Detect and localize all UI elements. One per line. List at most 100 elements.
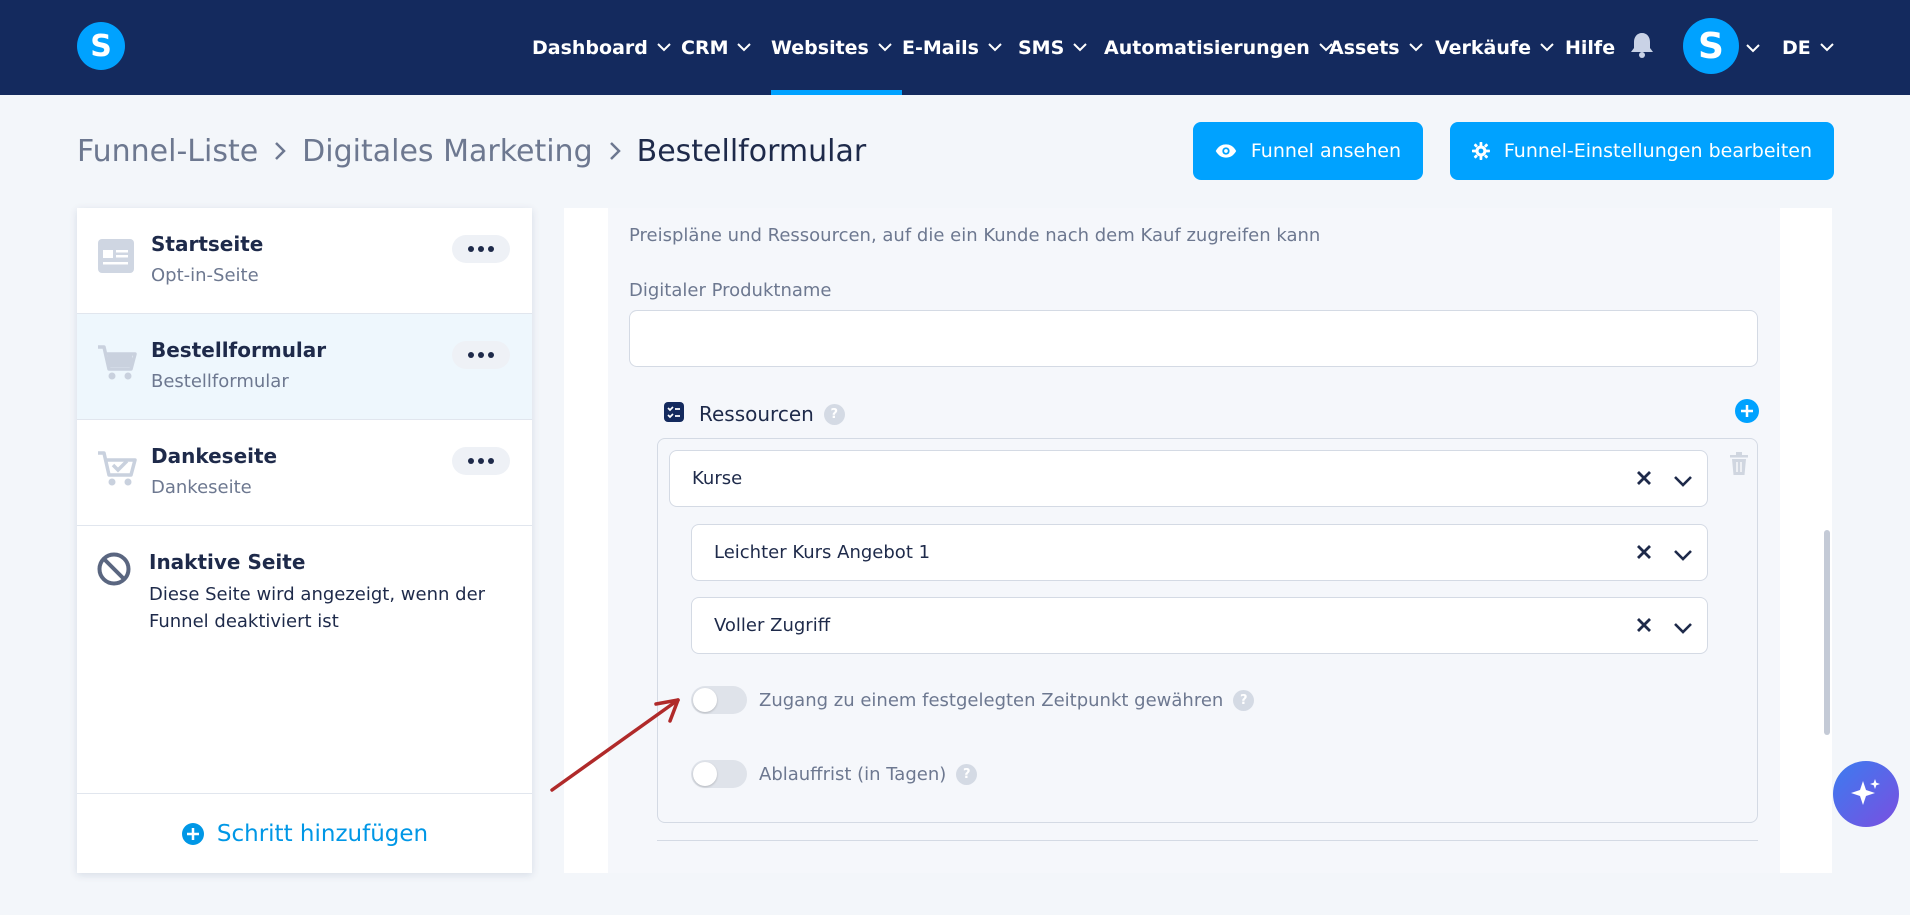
course-select[interactable]: Leichter Kurs Angebot 1 [691,524,1708,581]
nav-label: Verkäufe [1435,36,1532,59]
eye-icon [1215,144,1237,158]
resource-type-value: Kurse [692,468,743,489]
fixed-time-access-row: Zugang zu einem festgelegten Zeitpunkt g… [691,685,1255,715]
chevron-down-icon [1408,43,1423,52]
step-bestellformular[interactable]: Bestellformular Bestellformular [77,314,532,420]
product-name-input[interactable] [629,310,1758,367]
add-resource-icon[interactable] [1734,398,1760,428]
section-description: Preispläne und Ressourcen, auf die ein K… [629,225,1321,246]
language-label: DE [1782,36,1811,59]
clear-icon[interactable] [1635,543,1653,566]
chevron-down-icon[interactable] [1673,618,1693,639]
annotation-arrow-icon [550,698,680,792]
nav-assets[interactable]: Assets [1329,0,1423,95]
chevron-right-icon [609,141,621,161]
checklist-icon [663,401,685,428]
nav-label: E-Mails [902,36,979,59]
nav-label: SMS [1018,36,1065,59]
breadcrumb-funnel-list[interactable]: Funnel-Liste [77,134,258,169]
chevron-down-icon [1540,43,1554,52]
resources-label: Ressourcen [699,402,814,426]
trash-icon[interactable] [1729,452,1749,480]
breadcrumb-current: Bestellformular [636,133,867,169]
access-value: Voller Zugriff [714,615,831,636]
cart-icon [97,344,137,386]
nav-label: Dashboard [532,36,648,59]
nav-crm[interactable]: CRM [681,0,752,95]
scrollbar[interactable] [1824,530,1830,735]
inactive-title: Inaktive Seite [149,550,306,574]
funnel-steps-sidebar: Startseite Opt-in-Seite Bestellformular … [77,208,532,873]
user-avatar[interactable]: S [1683,18,1739,74]
chevron-down-icon [737,43,752,52]
bell-icon[interactable] [1630,32,1654,58]
step-subtitle: Opt-in-Seite [151,265,259,286]
nav-label: Automatisierungen [1104,36,1310,59]
step-settings-panel: Preispläne und Ressourcen, auf die ein K… [564,208,1832,873]
inactive-page-info[interactable]: Inaktive Seite Diese Seite wird angezeig… [77,524,532,654]
more-options-icon[interactable] [452,235,510,263]
view-funnel-button[interactable]: Funnel ansehen [1193,122,1423,180]
nav-sales[interactable]: Verkäufe [1435,0,1554,95]
nav-websites[interactable]: Websites [771,0,902,95]
gear-icon [1472,142,1490,160]
resources-header: Ressourcen ? [663,398,845,430]
step-dankeseite[interactable]: Dankeseite Dankeseite [77,420,532,526]
language-switcher[interactable]: DE [1782,0,1834,95]
fixed-time-access-label: Zugang zu einem festgelegten Zeitpunkt g… [759,689,1224,711]
add-step-button[interactable]: Schritt hinzufügen [77,793,532,873]
access-level-select[interactable]: Voller Zugriff [691,597,1708,654]
chevron-down-icon[interactable] [1673,471,1693,492]
plus-circle-icon [181,822,204,845]
chevron-down-icon [1073,43,1087,52]
nav-label: Assets [1329,36,1400,59]
nav-sms[interactable]: SMS [1018,0,1087,95]
avatar-letter: S [1698,25,1724,67]
chevron-down-icon [657,43,671,52]
nav-label: Websites [771,36,869,59]
edit-funnel-settings-button[interactable]: Funnel-Einstellungen bearbeiten [1450,122,1834,180]
toggle-knob [693,688,717,712]
page-icon [97,238,135,278]
clear-icon[interactable] [1635,469,1653,492]
step-subtitle: Dankeseite [151,477,252,498]
chevron-down-icon [988,43,1002,52]
inactive-description: Diese Seite wird angezeigt, wenn der Fun… [149,584,486,632]
chevron-down-icon [1820,43,1834,52]
nav-help[interactable]: Hilfe [1565,0,1615,95]
nav-label: CRM [681,36,729,59]
course-value: Leichter Kurs Angebot 1 [714,542,931,563]
fixed-time-access-toggle[interactable] [691,686,747,714]
ai-assistant-button[interactable] [1833,761,1899,827]
disabled-icon [97,552,131,590]
product-name-label: Digitaler Produktname [629,280,832,301]
toggle-knob [693,762,717,786]
help-icon[interactable]: ? [1233,689,1255,711]
step-subtitle: Bestellformular [151,371,289,392]
chevron-right-icon [274,141,286,161]
edit-settings-label: Funnel-Einstellungen bearbeiten [1503,140,1812,162]
chevron-down-icon[interactable] [1746,38,1760,57]
nav-automations[interactable]: Automatisierungen [1104,0,1333,95]
sparkle-icon [1851,779,1880,805]
nav-dashboard[interactable]: Dashboard [532,0,671,95]
help-icon[interactable]: ? [823,403,845,425]
chevron-down-icon[interactable] [1673,545,1693,566]
breadcrumb-funnel[interactable]: Digitales Marketing [302,134,592,169]
app-logo[interactable]: S [77,22,125,70]
cart-check-icon [97,450,137,492]
logo-letter: S [90,28,112,64]
expiry-toggle[interactable] [691,760,747,788]
step-title: Dankeseite [151,444,278,468]
resource-type-select[interactable]: Kurse [669,450,1708,507]
step-startseite[interactable]: Startseite Opt-in-Seite [77,208,532,314]
breadcrumb: Funnel-Liste Digitales Marketing Bestell… [77,130,866,172]
help-icon[interactable]: ? [956,763,978,785]
nav-label: Hilfe [1565,36,1616,59]
more-options-icon[interactable] [452,447,510,475]
add-step-label: Schritt hinzufügen [216,820,429,847]
expiry-label: Ablauffrist (in Tagen) [759,763,947,785]
more-options-icon[interactable] [452,341,510,369]
nav-emails[interactable]: E-Mails [902,0,1002,95]
clear-icon[interactable] [1635,616,1653,639]
